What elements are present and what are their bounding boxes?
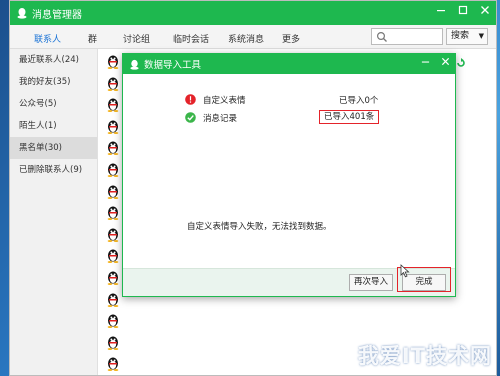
contact-avatar-icon[interactable]	[106, 312, 120, 329]
maximize-icon	[458, 5, 468, 15]
sidebar-item-blacklist[interactable]: 黑名单(30)	[10, 137, 97, 159]
dialog-title-bar: 数据导入工具	[123, 54, 455, 74]
contact-avatar-icon[interactable]	[106, 291, 120, 307]
close-icon	[481, 6, 489, 14]
qq-logo-icon	[17, 8, 27, 19]
import-row-label: 自定义表情	[203, 96, 246, 106]
contact-avatar-icon[interactable]	[106, 247, 120, 264]
import-row-emoji: 自定义表情 已导入0个	[123, 94, 455, 108]
contact-avatar-icon[interactable]	[106, 226, 120, 242]
watermark-url: www.52ij.com	[388, 366, 444, 375]
minimize-icon	[437, 10, 445, 12]
tab-contacts[interactable]: 联系人	[34, 32, 61, 45]
chevron-down-icon: ▼	[478, 32, 484, 40]
contact-avatar-icon[interactable]	[106, 139, 120, 156]
sidebar-item-recent[interactable]: 最近联系人(24)	[10, 49, 97, 71]
minimize-icon	[421, 61, 429, 63]
title-bar: 消息管理器	[10, 1, 496, 25]
search-button-label: 搜索	[451, 31, 470, 41]
maximize-button[interactable]	[452, 1, 474, 23]
contact-avatar-icon[interactable]	[106, 355, 120, 372]
tab-system-messages[interactable]: 系统消息	[228, 32, 264, 45]
tab-groups[interactable]: 群	[88, 32, 97, 45]
contact-avatar-icon[interactable]	[106, 53, 120, 69]
search-icon	[376, 31, 387, 42]
contact-avatar-icon[interactable]	[106, 183, 120, 199]
success-check-icon	[185, 112, 196, 123]
contact-avatar-icon[interactable]	[106, 204, 120, 221]
qq-logo-icon	[130, 59, 139, 70]
dialog-close-button[interactable]	[435, 54, 455, 74]
close-icon	[441, 57, 449, 66]
close-button[interactable]	[474, 1, 496, 23]
tab-temp-sessions[interactable]: 临时会话	[173, 32, 209, 45]
contact-avatar-icon[interactable]	[106, 269, 120, 285]
contact-avatar-icon[interactable]	[106, 334, 120, 350]
import-row-label: 消息记录	[203, 114, 238, 124]
sidebar-item-deleted-contacts[interactable]: 已删除联系人(9)	[10, 159, 97, 181]
search-input[interactable]	[371, 28, 443, 45]
reimport-button[interactable]: 再次导入	[349, 274, 393, 291]
sidebar-item-strangers[interactable]: 陌生人(1)	[10, 115, 97, 137]
category-toolbar: 联系人 群 讨论组 临时会话 系统消息 更多 搜索 ▼	[10, 25, 496, 49]
data-import-dialog: 数据导入工具 自定义表情 已导入0个 消息记录 已导入401条 自定义表情导入失…	[122, 53, 456, 297]
dialog-minimize-button[interactable]	[415, 54, 435, 74]
refresh-icon[interactable]	[456, 58, 466, 68]
sidebar-item-friends[interactable]: 我的好友(35)	[10, 71, 97, 93]
import-row-result-highlighted: 已导入401条	[319, 110, 380, 124]
contact-category-list: 最近联系人(24) 我的好友(35) 公众号(5) 陌生人(1) 黑名单(30)…	[10, 49, 98, 375]
minimize-button[interactable]	[430, 1, 452, 23]
contact-avatar-icon[interactable]	[106, 161, 120, 177]
contact-avatar-icon[interactable]	[106, 75, 120, 91]
sidebar-item-official-accounts[interactable]: 公众号(5)	[10, 93, 97, 115]
error-icon	[185, 94, 196, 105]
import-row-result: 已导入0个	[339, 96, 379, 106]
tab-discussion-groups[interactable]: 讨论组	[123, 32, 150, 45]
search-button[interactable]: 搜索 ▼	[446, 28, 488, 45]
dialog-title: 数据导入工具	[144, 60, 202, 71]
contact-avatar-icon[interactable]	[106, 118, 120, 134]
window-title: 消息管理器	[32, 9, 82, 21]
tab-more[interactable]: 更多	[282, 32, 300, 45]
contact-avatar-icon[interactable]	[106, 96, 120, 113]
import-status-message: 自定义表情导入失败，无法找到数据。	[187, 222, 332, 232]
mouse-cursor-icon	[400, 264, 410, 278]
import-row-messages: 消息记录 已导入401条	[123, 110, 455, 126]
